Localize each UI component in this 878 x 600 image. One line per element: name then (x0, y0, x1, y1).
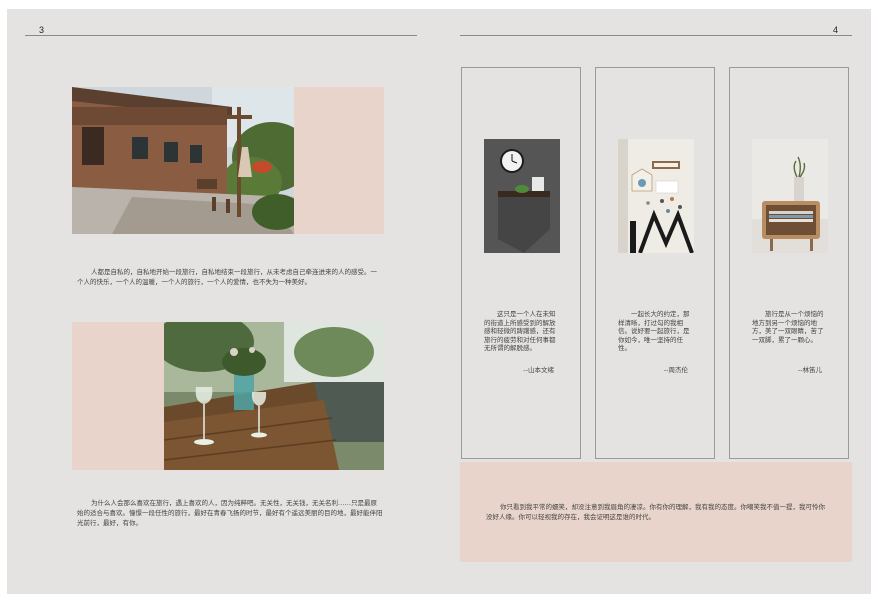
card-quote: 一起长大的约定，那样清晰，打过勾的我相信。说好要一起旅行，是你如今，唯一坚持的任… (618, 310, 690, 352)
wine-table-photo (164, 322, 384, 470)
wall-clock-photo (484, 139, 560, 253)
book-spread: 3 人都是自私的，自私地开始一段旅行，自私地结束一段旅行，从未考虑自己牵连进来的… (7, 9, 871, 594)
card-author: --周杰伦 (663, 366, 688, 374)
left-paragraph-2: 为什么人会那么喜欢在旅行，遇上喜欢的人，因为纯粹吧。无关性，无关钱，无关名利……… (77, 499, 383, 527)
note-text: 你只看到我平常的蠕笑，却没注意到我眉角的凄凉。你有你的理解，我有我的态度。你嘲笑… (486, 503, 825, 521)
pink-color-block (294, 87, 384, 234)
right-header-rule (460, 35, 852, 36)
quote-card-3: 旅行是从一个烦恼的地方到另一个烦恼的地方，美了一双眼睛，苦了一双脚，累了一颗心。… (729, 67, 849, 459)
pink-color-block (72, 322, 164, 470)
left-page-number: 3 (39, 25, 45, 35)
quote-card-2: 一起长大的约定，那样清晰，打过勾的我相信。说好要一起旅行，是你如今，唯一坚持的任… (595, 67, 715, 459)
left-header-rule (25, 35, 417, 36)
right-page-number: 4 (833, 25, 839, 35)
card-author: --林笛儿 (797, 366, 822, 374)
pink-note-box: 你只看到我平常的蠕笑，却没注意到我眉角的凄凉。你有你的理解，我有我的态度。你嘲笑… (460, 462, 852, 562)
building-courtyard-photo (72, 87, 294, 234)
wooden-cabinet-photo (752, 139, 828, 253)
quote-card-1: 这只是一个人在未知的街道上所感受到的解放感和轻微的踌躇感，还有旅行的疲劳和对任何… (461, 67, 581, 459)
left-paragraph-1: 人都是自私的，自私地开始一段旅行，自私地结束一段旅行，从未考虑自己牵连进来的人的… (77, 268, 377, 286)
card-quote: 这只是一个人在未知的街道上所感受到的解放感和轻微的踌躇感，还有旅行的疲劳和对任何… (484, 310, 556, 352)
card-quote: 旅行是从一个烦恼的地方到另一个烦恼的地方，美了一双眼睛，苦了一双脚，累了一颗心。 (752, 310, 824, 344)
wall-decor-photo (618, 139, 694, 253)
card-author: --山本文绪 (523, 366, 554, 374)
